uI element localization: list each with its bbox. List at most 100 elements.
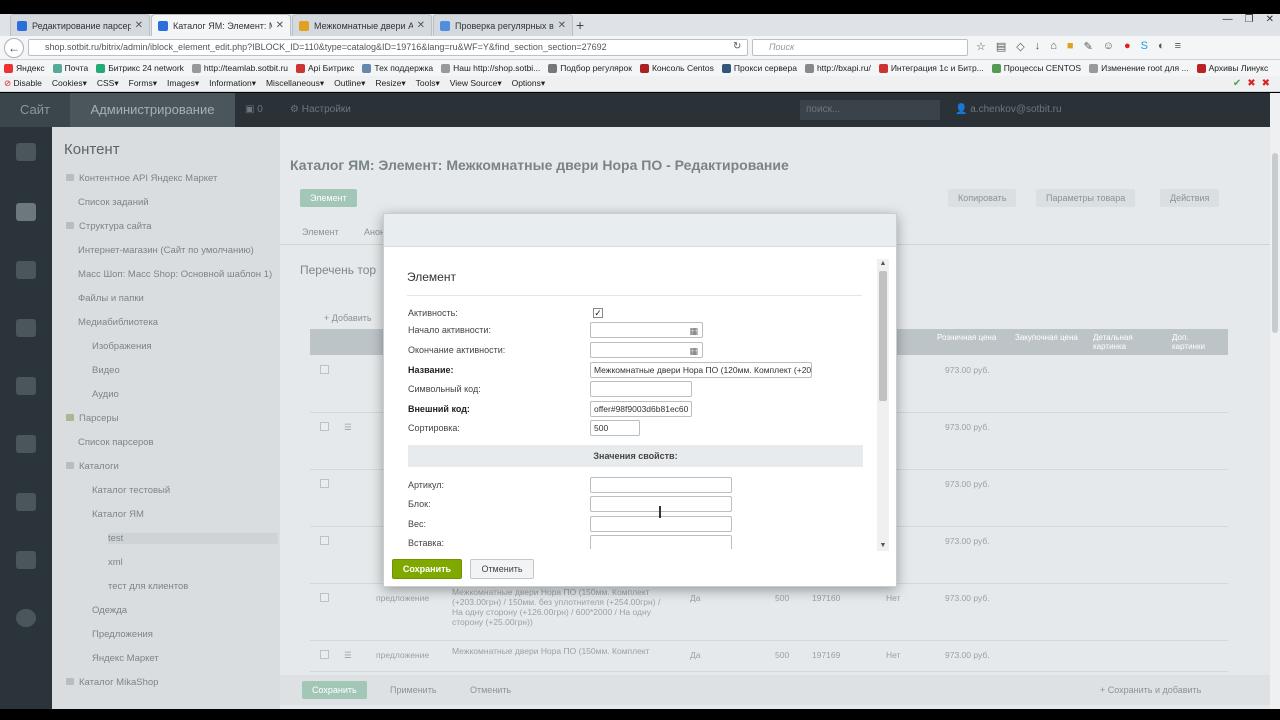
bottom-cancel-button[interactable]: Отменить <box>460 681 521 699</box>
bookmark-item[interactable]: http://teamlab.sotbit.ru <box>191 63 288 73</box>
cancel-button[interactable]: Отменить <box>470 559 534 579</box>
bookmark-item[interactable]: http://bxapi.ru/ <box>804 63 871 73</box>
address-bar[interactable]: shop.sotbit.ru/bitrix/admin/iblock_eleme… <box>28 39 748 56</box>
desktop-icon[interactable] <box>16 143 36 161</box>
copy-button[interactable]: Копировать <box>948 189 1017 207</box>
bookmark-item[interactable]: Почта <box>52 63 88 73</box>
col-retail-price[interactable]: Розничная цена <box>937 333 1007 342</box>
element-button[interactable]: Элемент <box>300 189 357 207</box>
devbar-misc[interactable]: Miscellaneous▾ <box>266 78 324 89</box>
tree-item[interactable]: Каталог MikaShop <box>66 677 158 688</box>
product-params-button[interactable]: Параметры товара <box>1036 189 1136 207</box>
tree-item[interactable]: Каталог ЯМ <box>92 509 144 520</box>
search-input[interactable]: Поиск <box>752 39 968 56</box>
devbar-outline[interactable]: Outline▾ <box>334 78 365 89</box>
devbar-resize[interactable]: Resize▾ <box>375 78 405 89</box>
tree-item[interactable]: Контентное API Яндекс Маркет <box>66 173 217 184</box>
tree-item[interactable]: Парсеры <box>66 413 119 424</box>
scroll-up-icon[interactable]: ▲ <box>877 259 889 269</box>
bookmark-item[interactable]: Процессы CENTOS <box>991 63 1081 73</box>
pocket-icon[interactable]: ◇ <box>1016 40 1024 53</box>
table-row[interactable]: предложение Межкомнатные двери Нора ПО (… <box>310 585 1228 641</box>
end-date-input[interactable]: ▦ <box>590 342 703 358</box>
active-checkbox[interactable]: ✓ <box>593 308 603 318</box>
tree-item[interactable]: Масс Шоп: Масс Shop: Основной шаблон 1) <box>78 269 272 280</box>
tree-item[interactable]: Медиабиблиотека <box>78 317 158 328</box>
calendar-icon[interactable]: ▦ <box>689 344 698 357</box>
col-detail-picture[interactable]: Детальная картинка <box>1093 333 1163 351</box>
weight-input[interactable] <box>590 516 732 532</box>
table-row[interactable]: ☰ предложение Межкомнатные двери Нора ПО… <box>310 642 1228 672</box>
row-menu-icon[interactable]: ☰ <box>344 650 352 660</box>
arrow-icon[interactable] <box>16 609 36 627</box>
bottom-apply-button[interactable]: Применить <box>380 681 447 699</box>
bottom-save-button[interactable]: Сохранить <box>302 681 367 699</box>
tree-item[interactable]: Интернет-магазин (Сайт по умолчанию) <box>78 245 254 256</box>
scrollbar-thumb[interactable] <box>1272 153 1278 333</box>
new-tab-icon[interactable]: + <box>576 17 584 33</box>
back-button[interactable]: ← <box>4 38 24 58</box>
actions-button[interactable]: Действия <box>1160 189 1220 207</box>
admin-search-input[interactable]: поиск... <box>800 100 940 120</box>
devbar-information[interactable]: Information▾ <box>209 78 256 89</box>
row-checkbox[interactable] <box>320 479 329 488</box>
star-icon[interactable]: ☆ <box>976 40 986 53</box>
tree-item[interactable]: тест для клиентов <box>108 581 188 592</box>
add-offer-link[interactable]: + Добавить <box>324 313 372 323</box>
bookmark-item[interactable]: Подбор регулярок <box>548 63 632 73</box>
bookmark-item[interactable]: Тех поддержка <box>362 63 433 73</box>
bookmark-item[interactable]: Api Битрикс <box>296 63 354 73</box>
services-icon[interactable] <box>16 377 36 395</box>
devbar-tools[interactable]: Tools▾ <box>416 78 440 89</box>
devbar-css[interactable]: CSS▾ <box>97 78 119 89</box>
download-icon[interactable]: ↓ <box>1035 40 1041 53</box>
tools-icon[interactable]: ✎ <box>1084 40 1093 53</box>
analytics-icon[interactable] <box>16 435 36 453</box>
user-link[interactable]: 👤 a.chenkov@sotbit.ru <box>955 93 1062 127</box>
browser-tab-3[interactable]: Межкомнатные двери Ar... ✕ <box>292 14 432 36</box>
tab-element[interactable]: Элемент <box>302 227 339 237</box>
chat-icon[interactable]: ☺ <box>1103 40 1114 53</box>
marketing-icon[interactable] <box>16 261 36 279</box>
tree-item[interactable]: Список парсеров <box>78 437 154 448</box>
tree-item[interactable]: Одежда <box>92 605 127 616</box>
row-checkbox[interactable] <box>320 593 329 602</box>
store-icon[interactable] <box>16 319 36 337</box>
close-icon[interactable]: ✕ <box>558 20 566 31</box>
bookmark-item[interactable]: Наш http://shop.sotbi... <box>441 63 540 73</box>
article-input[interactable] <box>590 477 732 493</box>
window-close-icon[interactable]: ✕ <box>1266 14 1274 25</box>
cloud-icon[interactable] <box>16 493 36 511</box>
dialog-header[interactable] <box>384 214 896 247</box>
reload-icon[interactable]: ↻ <box>733 41 741 52</box>
code-input[interactable] <box>590 381 692 397</box>
bookmark-item[interactable]: Консоль Centos <box>639 63 714 73</box>
tree-item[interactable]: Видео <box>92 365 120 376</box>
devbar-cookies[interactable]: Cookies▾ <box>52 78 87 89</box>
block-input[interactable] <box>590 496 732 512</box>
tree-item[interactable]: Аудио <box>92 389 119 400</box>
bookmark-item[interactable]: Прокси сервера <box>721 63 797 73</box>
scroll-down-icon[interactable]: ▼ <box>877 541 889 551</box>
insert-input[interactable] <box>590 535 732 549</box>
close-icon[interactable]: ✕ <box>276 20 284 31</box>
tree-item[interactable]: Файлы и папки <box>78 293 144 304</box>
home-icon[interactable]: ⌂ <box>1050 40 1057 53</box>
col-purchase-price[interactable]: Закупочная цена <box>1015 333 1085 342</box>
devbar-forms[interactable]: Forms▾ <box>129 78 157 89</box>
sort-input[interactable]: 500 <box>590 420 640 436</box>
close-icon[interactable]: ✕ <box>417 20 425 31</box>
folder-icon[interactable]: ■ <box>1067 40 1074 53</box>
dialog-scrollbar-thumb[interactable] <box>879 271 887 401</box>
bookmark-item[interactable]: Интеграция 1с и Битр... <box>878 63 984 73</box>
start-date-input[interactable]: ▦ <box>590 322 703 338</box>
row-checkbox[interactable] <box>320 536 329 545</box>
save-button[interactable]: Сохранить <box>392 559 462 579</box>
bookmark-item[interactable]: Яндекс <box>4 63 45 73</box>
devbar-viewsource[interactable]: View Source▾ <box>450 78 502 89</box>
admin-tab[interactable]: Администрирование <box>70 93 235 127</box>
page-scrollbar[interactable] <box>1270 93 1280 709</box>
row-checkbox[interactable] <box>320 650 329 659</box>
dialog-scrollbar[interactable]: ▲ ▼ <box>877 259 889 551</box>
devbar-images[interactable]: Images▾ <box>167 78 199 89</box>
